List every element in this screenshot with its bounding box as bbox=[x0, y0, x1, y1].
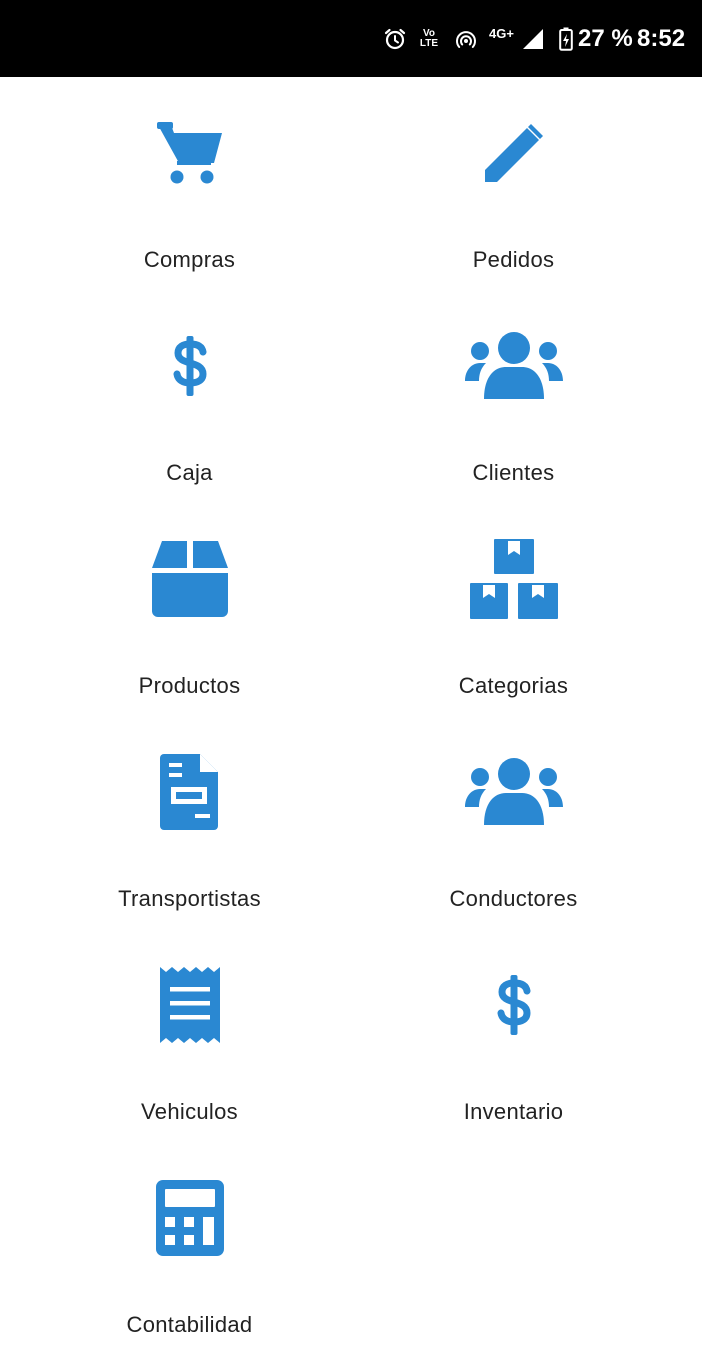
menu-item-label: Pedidos bbox=[472, 247, 555, 272]
menu-item-label: Inventario bbox=[463, 1099, 564, 1124]
battery-percent: 27 % bbox=[578, 24, 633, 52]
network-type: 4G+ bbox=[489, 26, 514, 41]
menu-item-label: Categorias bbox=[458, 673, 569, 698]
pencil-icon bbox=[464, 113, 564, 193]
menu-item-transportistas[interactable]: Transportistas bbox=[14, 716, 365, 929]
menu-item-vehiculos[interactable]: Vehiculos bbox=[14, 929, 365, 1142]
menu-item-categorias[interactable]: Categorias bbox=[338, 503, 689, 716]
menu-item-label: Compras bbox=[143, 247, 236, 272]
menu-item-inventario[interactable]: Inventario bbox=[338, 929, 689, 1142]
invoice-icon bbox=[140, 752, 240, 832]
menu-item-clientes[interactable]: Clientes bbox=[338, 290, 689, 503]
menu-item-productos[interactable]: Productos bbox=[14, 503, 365, 716]
volte-bottom: LTE bbox=[419, 37, 439, 49]
boxes-icon bbox=[464, 539, 564, 619]
menu-item-label: Clientes bbox=[472, 460, 555, 485]
volte-icon: Vo LTE bbox=[414, 0, 444, 77]
battery-charging-icon bbox=[557, 0, 575, 77]
menu-item-label: Productos bbox=[138, 673, 241, 698]
menu-item-label: Conductores bbox=[449, 886, 578, 911]
menu-item-label: Transportistas bbox=[118, 886, 261, 911]
menu-item-pedidos[interactable]: Pedidos bbox=[338, 77, 689, 290]
menu-item-contabilidad[interactable]: Contabilidad bbox=[14, 1142, 365, 1355]
menu-item-caja[interactable]: Caja bbox=[14, 290, 365, 503]
shopping-cart-icon bbox=[140, 113, 240, 193]
signal-icon bbox=[520, 0, 546, 77]
dollar-icon bbox=[464, 965, 564, 1045]
menu-item-label: Contabilidad bbox=[126, 1312, 253, 1337]
menu-item-label: Caja bbox=[166, 460, 213, 485]
dollar-icon bbox=[140, 326, 240, 406]
users-icon bbox=[464, 752, 564, 832]
menu-item-compras[interactable]: Compras bbox=[14, 77, 365, 290]
alarm-clock-icon bbox=[381, 0, 409, 77]
clock-time: 8:52 bbox=[637, 24, 686, 52]
menu-item-conductores[interactable]: Conductores bbox=[338, 716, 689, 929]
status-bar: Vo LTE 4G+ 27 % 8:52 bbox=[0, 0, 702, 77]
calculator-icon bbox=[140, 1178, 240, 1258]
users-icon bbox=[464, 326, 564, 406]
hotspot-icon bbox=[452, 0, 480, 77]
box-icon bbox=[140, 539, 240, 619]
menu-item-label: Vehiculos bbox=[141, 1099, 238, 1124]
receipt-icon bbox=[140, 965, 240, 1045]
